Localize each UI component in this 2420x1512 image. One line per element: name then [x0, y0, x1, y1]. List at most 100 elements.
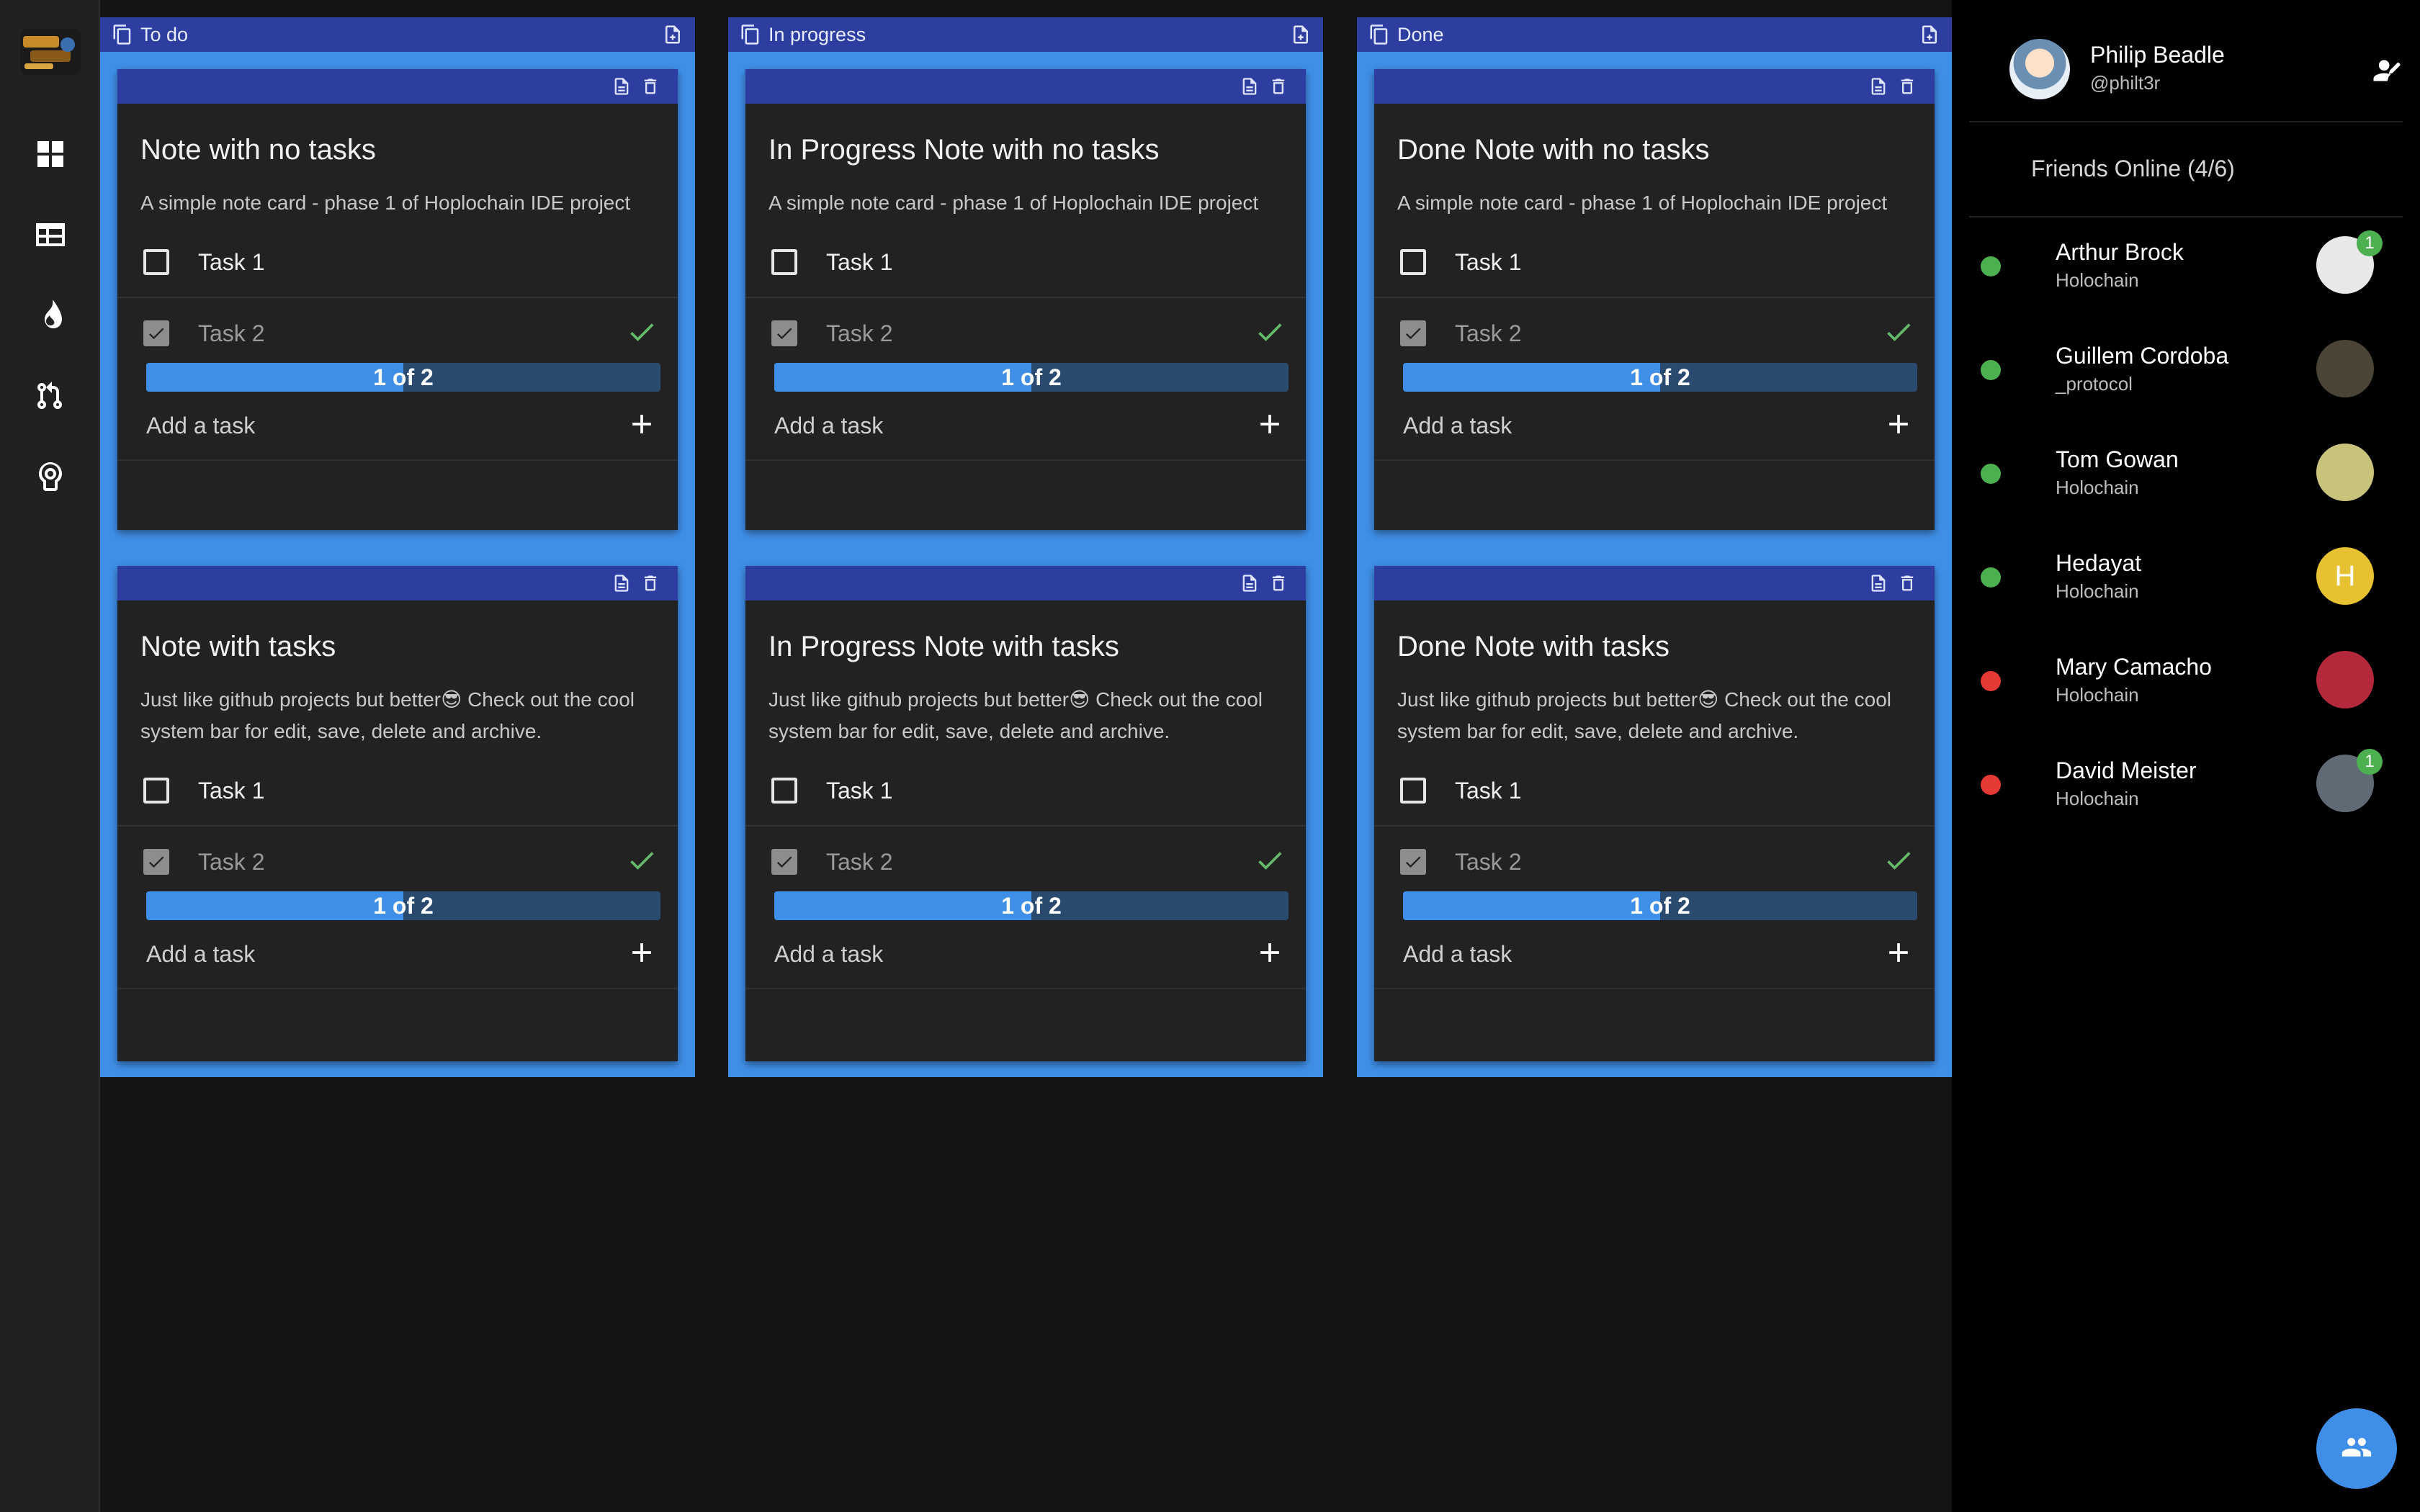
friend-item[interactable]: Arthur Brock Holochain 1 — [1952, 222, 2420, 325]
add-icon[interactable] — [626, 408, 658, 444]
note-card[interactable]: Note with no tasks A simple note card - … — [117, 69, 678, 530]
note-card[interactable]: Done Note with tasks Just like github pr… — [1374, 566, 1935, 1061]
delete-icon[interactable] — [1268, 573, 1289, 593]
nav-hot[interactable] — [24, 291, 76, 343]
task-item[interactable]: Task 2 — [117, 298, 678, 369]
friends-fab[interactable] — [2316, 1408, 2397, 1489]
delete-icon[interactable] — [1897, 573, 1917, 593]
description-icon[interactable] — [1240, 76, 1260, 96]
task-checkbox-checked[interactable] — [143, 320, 169, 346]
copy-icon[interactable] — [1368, 24, 1390, 45]
description-icon[interactable] — [1868, 573, 1888, 593]
task-item[interactable]: Task 1 — [745, 228, 1306, 298]
note-add-icon[interactable] — [662, 24, 684, 45]
add-icon[interactable] — [1883, 937, 1914, 972]
friend-item[interactable]: Mary Camacho Holochain — [1952, 636, 2420, 740]
note-card[interactable]: Done Note with no tasks A simple note ca… — [1374, 69, 1935, 530]
delete-icon[interactable] — [640, 76, 660, 96]
task-progress-bar: 1 of 2 — [146, 363, 660, 392]
add-task-label: Add a task — [774, 412, 884, 438]
column-header: Done — [1357, 17, 1952, 52]
add-task-row[interactable]: Add a task — [117, 392, 678, 461]
task-label: Task 2 — [198, 320, 265, 346]
avatar[interactable] — [2316, 651, 2374, 708]
friend-item[interactable]: Tom Gowan Holochain — [1952, 429, 2420, 533]
nav-dashboard[interactable] — [24, 130, 76, 181]
task-item[interactable]: Task 2 — [1374, 827, 1935, 897]
offline-status-dot — [1981, 775, 2001, 795]
add-task-label: Add a task — [1403, 940, 1512, 967]
add-icon[interactable] — [626, 937, 658, 972]
dashboard-icon — [33, 137, 68, 175]
avatar[interactable] — [2316, 340, 2374, 397]
card-system-bar — [745, 566, 1306, 600]
task-checkbox[interactable] — [143, 249, 169, 275]
card-title: Done Note with no tasks — [1397, 134, 1710, 166]
add-task-row[interactable]: Add a task — [1374, 920, 1935, 989]
column-header: In progress — [728, 17, 1323, 52]
edit-profile-icon[interactable] — [2370, 55, 2401, 86]
task-item[interactable]: Task 2 — [745, 827, 1306, 897]
task-progress-bar: 1 of 2 — [1403, 891, 1917, 920]
task-item[interactable]: Task 1 — [117, 228, 678, 298]
task-checkbox[interactable] — [143, 778, 169, 804]
task-checkbox[interactable] — [771, 778, 797, 804]
description-icon[interactable] — [611, 573, 632, 593]
add-task-row[interactable]: Add a task — [745, 920, 1306, 989]
task-item[interactable]: Task 2 — [117, 827, 678, 897]
add-task-row[interactable]: Add a task — [1374, 392, 1935, 461]
note-add-icon[interactable] — [1919, 24, 1940, 45]
progress-label: 1 of 2 — [1630, 364, 1690, 390]
task-checkbox-checked[interactable] — [143, 849, 169, 875]
nav-ideas[interactable] — [24, 452, 76, 504]
note-card[interactable]: Note with tasks Just like github project… — [117, 566, 678, 1061]
copy-icon[interactable] — [740, 24, 761, 45]
note-card[interactable]: In Progress Note with no tasks A simple … — [745, 69, 1306, 530]
task-checkbox[interactable] — [1400, 778, 1426, 804]
avatar[interactable] — [2009, 39, 2070, 99]
add-icon[interactable] — [1254, 937, 1286, 972]
copy-icon[interactable] — [112, 24, 133, 45]
task-checkbox[interactable] — [771, 249, 797, 275]
nav-pull-requests[interactable] — [24, 372, 76, 423]
task-progress-bar: 1 of 2 — [774, 363, 1289, 392]
add-icon[interactable] — [1254, 408, 1286, 444]
task-checkbox-checked[interactable] — [771, 849, 797, 875]
avatar[interactable]: H — [2316, 547, 2374, 605]
friend-item[interactable]: David Meister Holochain 1 — [1952, 740, 2420, 844]
brain-icon — [33, 459, 68, 498]
delete-icon[interactable] — [640, 573, 660, 593]
check-icon — [1883, 845, 1914, 880]
add-icon[interactable] — [1883, 408, 1914, 444]
task-checkbox-checked[interactable] — [1400, 849, 1426, 875]
check-icon — [626, 845, 658, 880]
task-item[interactable]: Task 2 — [745, 298, 1306, 369]
column-header: To do — [100, 17, 695, 52]
nav-board[interactable] — [24, 210, 76, 262]
task-checkbox-checked[interactable] — [771, 320, 797, 346]
friend-item[interactable]: Hedayat Holochain H — [1952, 533, 2420, 636]
delete-icon[interactable] — [1897, 76, 1917, 96]
add-task-row[interactable]: Add a task — [117, 920, 678, 989]
description-icon[interactable] — [611, 76, 632, 96]
description-icon[interactable] — [1868, 76, 1888, 96]
friend-item[interactable]: Guillem Cordoba _protocol — [1952, 325, 2420, 429]
friend-name: Guillem Cordoba — [2056, 343, 2229, 369]
task-item[interactable]: Task 2 — [1374, 298, 1935, 369]
friends-sidebar: Philip Beadle @philt3r Friends Online (4… — [1952, 0, 2420, 1512]
app-logo[interactable] — [20, 29, 81, 75]
task-item[interactable]: Task 1 — [745, 756, 1306, 827]
note-card[interactable]: In Progress Note with tasks Just like gi… — [745, 566, 1306, 1061]
note-add-icon[interactable] — [1290, 24, 1312, 45]
task-item[interactable]: Task 1 — [1374, 756, 1935, 827]
add-task-row[interactable]: Add a task — [745, 392, 1306, 461]
task-item[interactable]: Task 1 — [1374, 228, 1935, 298]
column-in-progress: In progress In Progress Note with no tas… — [728, 17, 1323, 1077]
task-item[interactable]: Task 1 — [117, 756, 678, 827]
avatar[interactable] — [2316, 444, 2374, 501]
task-checkbox-checked[interactable] — [1400, 320, 1426, 346]
delete-icon[interactable] — [1268, 76, 1289, 96]
task-checkbox[interactable] — [1400, 249, 1426, 275]
description-icon[interactable] — [1240, 573, 1260, 593]
card-system-bar — [1374, 566, 1935, 600]
